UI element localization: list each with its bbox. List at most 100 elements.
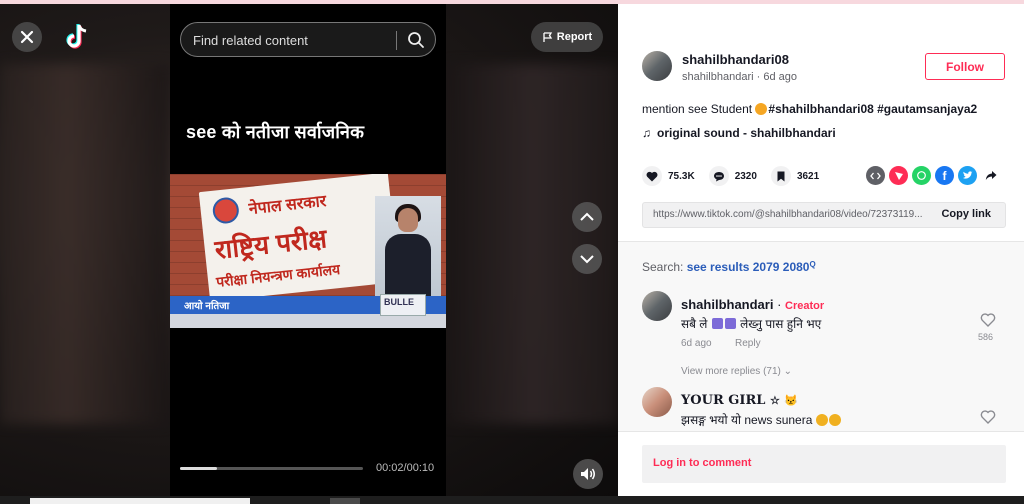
video-progress-bar[interactable] [180,467,363,470]
whatsapp-icon[interactable] [912,166,931,185]
video-caption-text: see को नतीजा सर्वाजनिक [186,122,365,142]
commenter-avatar[interactable] [642,291,672,321]
blurred-background-left [0,64,170,424]
commenter-username[interactable]: shahilbhandari [681,297,773,312]
view-more-replies[interactable]: View more replies (71) ⌄ [681,366,792,377]
copy-link-button[interactable]: Copy link [941,208,991,220]
tiktok-video-page: see को नतीजा सर्वाजनिक नेपाल सरकार राष्ट… [0,0,1024,504]
taskbar-item [30,498,250,504]
share-arrow-icon[interactable] [981,166,1000,185]
author-handle: shahilbhandari [682,71,754,83]
sign-line-2: राष्ट्रिय परीक्ष [213,223,329,265]
author-subline: shahilbhandari · 6d ago [682,71,797,83]
volume-button[interactable] [573,459,603,489]
star-emoji-icon: ☆ [769,394,780,407]
chevron-up-icon [580,212,594,221]
previous-video-button[interactable] [572,202,602,232]
search-prefix: Search: [642,260,684,274]
like-stat[interactable]: 75.3K [642,166,695,186]
close-button[interactable] [12,22,42,52]
commenter-name[interactable]: YOUR GIRL ☆ 😾 [681,393,798,408]
music-note-icon: ♫ [642,126,651,140]
author-avatar[interactable] [642,51,672,81]
comment-text: झसङ्ग भयो यो news sunera [681,411,842,428]
search-suggestion-link[interactable]: see results 2079 2080 [687,260,810,274]
heart-icon [642,166,662,186]
twitter-icon[interactable] [958,166,977,185]
comment-text-body: झसङ्ग भयो यो news sunera [681,413,813,427]
video-area[interactable]: see को नतीजा सर्वाजनिक नेपाल सरकार राष्ट… [0,4,618,496]
laughing-emoji-icon [815,414,828,426]
search-suggestion-icon: Q [809,260,816,269]
description-hashtags[interactable]: #shahilbhandari08 #gautamsanjaya2 [768,102,977,116]
next-video-button[interactable] [572,244,602,274]
sound-name: original sound - shahilbhandari [657,126,836,140]
video-timecode: 00:02/00:10 [376,462,435,474]
emoji-icon [724,318,736,329]
chevron-down-icon: ⌄ [783,366,793,377]
office-sign: नेपाल सरकार राष्ट्रिय परीक्ष परीक्षा निय… [198,174,400,302]
grinning-emoji-icon [755,103,768,115]
search-icon[interactable] [407,31,425,49]
comment-login-area: Log in to comment [618,431,1024,496]
news-ticker-lower [170,314,446,328]
embed-icon[interactable] [866,166,885,185]
share-icons: f [866,166,1000,185]
login-to-comment-button[interactable]: Log in to comment [642,445,1006,483]
ticker-text: आयो नतिजा [184,301,230,312]
comments-section[interactable]: Search: see results 2079 2080Q shahilbha… [618,241,1024,431]
video-player[interactable]: see को नतीजा सर्वाजनिक नेपाल सरकार राष्ट… [170,4,446,496]
share-link-box: https://www.tiktok.com/@shahilbhandari08… [642,202,1006,228]
engagement-stats: 75.3K 2320 3621 [642,166,833,186]
save-count: 3621 [796,170,820,182]
description-text: mention see Student [642,102,756,116]
save-stat[interactable]: 3621 [770,166,820,186]
taskbar-item [330,498,360,504]
nepal-emblem-icon [211,196,241,225]
sign-line-1: नेपाल सरकार [247,193,328,219]
like-count: 75.3K [668,170,695,182]
dot-separator: · [777,297,786,312]
bookmark-icon [770,166,791,186]
send-icon[interactable] [889,166,908,185]
commenter-name[interactable]: shahilbhandari · Creator [681,297,824,312]
comment-text: सबै ले लेख्नु पास हुनि भए [681,315,821,332]
commenter-avatar[interactable] [642,387,672,417]
search-input[interactable] [193,31,393,49]
ticker-badge: BULLE [380,294,426,316]
comment-age: 6d ago [681,338,712,349]
volume-icon [581,468,595,480]
related-content-search[interactable] [180,22,436,57]
login-to-comment-label: Log in to comment [653,457,752,469]
laughing-emoji-icon [828,414,841,426]
comment-like-heart-icon[interactable] [980,409,996,425]
post-age: 6d ago [763,71,798,83]
tiktok-logo-icon[interactable] [62,22,90,52]
post-description: mention see Student #shahilbhandari08 #g… [642,102,977,116]
face-emoji-icon: 😾 [784,394,799,407]
report-button[interactable]: Report [531,22,603,52]
report-label: Report [556,31,593,43]
comment-text-part-1: सबै ले [681,317,708,331]
video-progress-fill [180,467,217,470]
view-more-replies-label: View more replies (71) [681,366,781,377]
chevron-down-icon [580,255,594,264]
taskbar-strip [0,496,1024,504]
video-url[interactable]: https://www.tiktok.com/@shahilbhandari08… [653,209,933,220]
comment-like-count: 586 [978,332,994,342]
follow-button[interactable]: Follow [925,53,1005,80]
reply-button[interactable]: Reply [735,338,761,349]
comment-stat[interactable]: 2320 [708,166,757,186]
creator-badge: Creator [785,300,825,312]
comment-like-heart-icon[interactable] [980,312,996,328]
facebook-icon[interactable]: f [935,166,954,185]
comment-icon [708,166,729,186]
sound-link[interactable]: ♫ original sound - shahilbhandari [642,126,836,140]
video-frame: नेपाल सरकार राष्ट्रिय परीक्ष परीक्षा निय… [170,174,446,328]
author-username[interactable]: shahilbhandari08 [682,52,789,67]
search-divider [396,31,397,50]
commenter-username[interactable]: YOUR GIRL [681,393,765,408]
comment-search-suggestion: Search: see results 2079 2080Q [642,260,816,274]
comment-count: 2320 [734,170,757,182]
anchor-head [398,208,418,232]
